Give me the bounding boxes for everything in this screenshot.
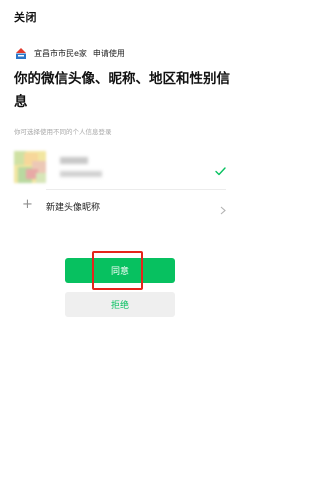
account-name-blurred: [60, 157, 88, 164]
chevron-right-icon: [220, 200, 226, 219]
account-detail-blurred: [60, 171, 102, 177]
checkmark-icon: [215, 161, 226, 180]
new-profile-option[interactable]: + 新建头像昵称: [14, 196, 226, 216]
plus-icon: +: [22, 197, 33, 212]
annotation-highlight-box: [92, 251, 143, 290]
hint-text: 你可选择使用不同的个人信息登录: [14, 128, 112, 136]
close-button[interactable]: 关闭: [14, 9, 37, 25]
divider: [46, 189, 226, 190]
app-info: 宜昌市市民e家 申请使用: [14, 46, 125, 60]
request-label: 申请使用: [92, 48, 125, 58]
account-option[interactable]: [14, 148, 226, 190]
reject-label: 拒绝: [110, 301, 129, 311]
reject-button[interactable]: 拒绝: [65, 292, 175, 317]
page-title: 你的微信头像、昵称、地区和性别信息: [14, 71, 230, 110]
city-emblem-icon: [14, 47, 28, 60]
new-profile-label: 新建头像昵称: [46, 203, 101, 213]
app-name: 宜昌市市民e家: [34, 48, 87, 58]
avatar: [14, 151, 46, 183]
